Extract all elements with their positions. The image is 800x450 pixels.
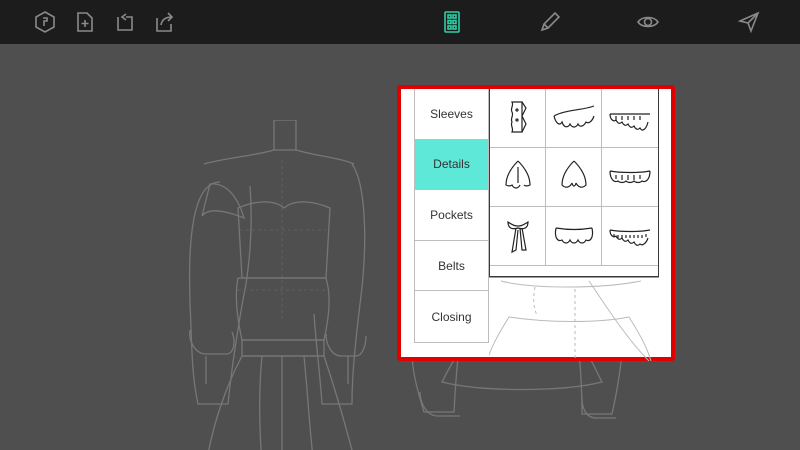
ruffle-collar-icon: [552, 105, 595, 128]
ruffle-peplum-icon: [554, 227, 593, 244]
category-label: Belts: [438, 258, 465, 273]
send-icon[interactable]: [733, 6, 765, 38]
category-label: Pockets: [430, 207, 473, 222]
neck-bow-icon: [506, 220, 529, 254]
category-pockets[interactable]: Pockets: [415, 190, 488, 241]
detail-library-panel: Sleeves Details Pockets Belts Closing: [397, 85, 675, 361]
fringe-trim-icon: [609, 229, 651, 246]
pencil-icon[interactable]: [534, 6, 566, 38]
item-pointed-collar[interactable]: [490, 148, 546, 207]
pointed-collar-icon: [504, 160, 531, 189]
eye-icon[interactable]: [632, 6, 664, 38]
item-ruffle-trim[interactable]: [602, 89, 658, 148]
detail-item-grid: [489, 89, 659, 277]
garment-back-preview: [489, 277, 659, 361]
category-label: Sleeves: [430, 106, 473, 121]
category-label: Details: [433, 157, 470, 172]
item-fringe-trim[interactable]: [602, 207, 658, 266]
item-ruffle-peplum[interactable]: [546, 207, 602, 266]
panel-preview-area: [489, 277, 659, 361]
pointed-collar-alt-icon: [560, 160, 587, 188]
category-closing[interactable]: Closing: [415, 291, 488, 342]
item-ruffled-placket[interactable]: [490, 89, 546, 148]
design-canvas[interactable]: Sleeves Details Pockets Belts Closing: [0, 44, 800, 450]
category-sleeves[interactable]: Sleeves: [415, 89, 488, 140]
garment-front-sketch: [188, 120, 367, 450]
category-label: Closing: [431, 309, 472, 324]
logo-hexagon-icon[interactable]: [29, 6, 61, 38]
category-details[interactable]: Details: [415, 139, 488, 191]
library-grid-icon[interactable]: [436, 6, 468, 38]
ruffled-placket-icon: [510, 101, 527, 133]
item-neck-bow[interactable]: [490, 207, 546, 266]
item-pointed-collar-alt[interactable]: [546, 148, 602, 207]
category-belts[interactable]: Belts: [415, 241, 488, 292]
undo-icon[interactable]: [109, 6, 141, 38]
top-toolbar: [0, 0, 800, 44]
item-frill-trim[interactable]: [602, 148, 658, 207]
item-ruffle-collar[interactable]: [546, 89, 602, 148]
category-list: Sleeves Details Pockets Belts Closing: [414, 89, 489, 343]
share-icon[interactable]: [148, 6, 180, 38]
ruffle-trim-icon: [609, 113, 650, 131]
new-document-icon[interactable]: [69, 6, 101, 38]
frill-trim-icon: [609, 170, 651, 184]
